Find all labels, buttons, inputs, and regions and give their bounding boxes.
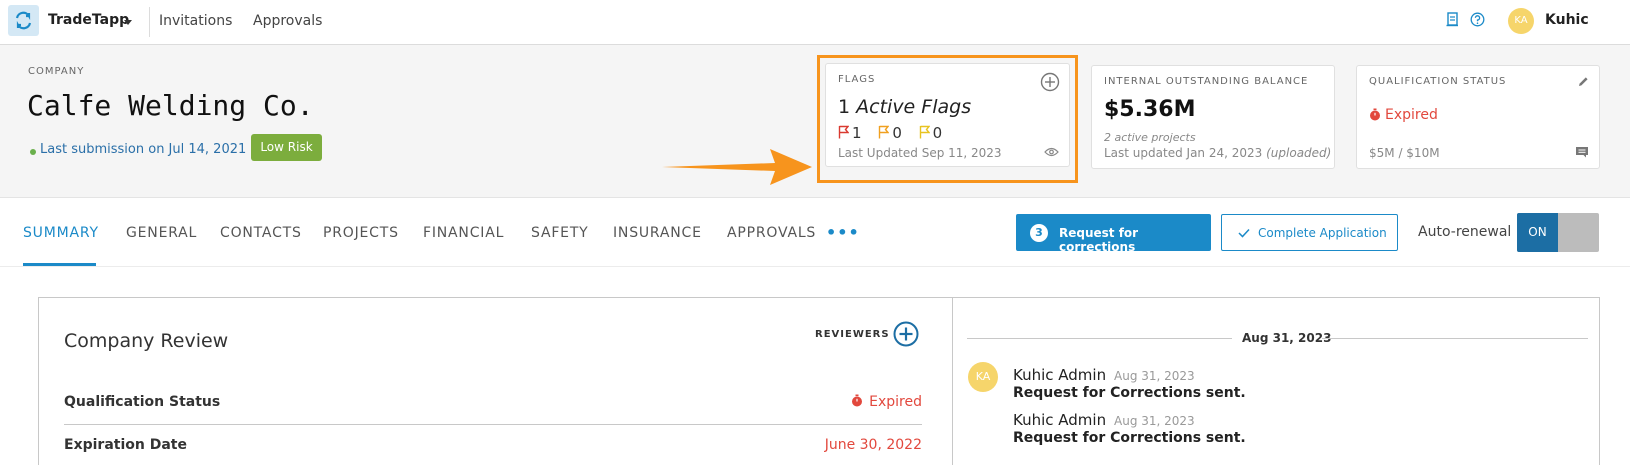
review-panel — [38, 297, 1600, 465]
flags-last-updated: Last Updated Sep 11, 2023 — [838, 146, 1002, 160]
more-tabs-icon[interactable]: ••• — [826, 223, 860, 242]
balance-label: INTERNAL OUTSTANDING BALANCE — [1104, 76, 1309, 87]
company-review-title: Company Review — [64, 330, 229, 352]
toggle-on-label: ON — [1517, 213, 1558, 252]
auto-renewal-label: Auto-renewal — [1418, 224, 1512, 240]
company-header: COMPANY Calfe Welding Co. Last submissio… — [0, 45, 1630, 198]
nav-invitations[interactable]: Invitations — [159, 13, 232, 29]
app-switcher[interactable]: TradeTapp — [48, 12, 129, 28]
request-corrections-button[interactable]: 3 Request for corrections — [1016, 214, 1211, 254]
activity-date-header: Aug 31, 2023 — [1242, 331, 1332, 345]
qualification-status-value: Expired — [851, 394, 922, 410]
user-menu[interactable]: Kuhic — [1545, 12, 1589, 28]
row-divider — [64, 424, 922, 425]
auto-renewal-toggle[interactable]: ON — [1517, 213, 1599, 252]
qualification-limits: $5M / $10M — [1369, 146, 1440, 160]
flags-label: FLAGS — [838, 74, 876, 85]
divider — [149, 7, 150, 37]
pencil-icon[interactable] — [1578, 76, 1589, 87]
top-bar: TradeTapp Invitations Approvals KA Kuhic — [0, 0, 1630, 45]
activity-message: Request for Corrections sent. — [1013, 385, 1246, 401]
risk-badge: Low Risk — [251, 134, 322, 161]
orange-flag-count: 0 — [878, 124, 902, 142]
nav-approvals[interactable]: Approvals — [253, 13, 322, 29]
check-icon — [1238, 228, 1250, 238]
active-flags-title: 1 Active Flags — [838, 96, 971, 118]
tab-approvals[interactable]: APPROVALS — [727, 225, 816, 241]
flag-counts: 1 0 0 — [838, 124, 954, 142]
expiration-date-label: Expiration Date — [64, 437, 187, 453]
orange-flag-icon — [879, 125, 890, 139]
qualification-label: QUALIFICATION STATUS — [1369, 76, 1507, 87]
active-flags-count: 1 — [838, 96, 851, 118]
tabs-divider — [0, 266, 1630, 267]
status-dot-icon — [30, 149, 36, 155]
activity-date: Aug 31, 2023 — [1114, 414, 1195, 428]
reviewers-label: REVIEWERS — [815, 329, 890, 340]
activity-author: Kuhic Admin — [1013, 366, 1107, 384]
last-submission-link[interactable]: Last submission on Jul 14, 2021 — [40, 142, 246, 157]
flags-card[interactable]: FLAGS 1 Active Flags 1 0 0 Last Updated … — [825, 63, 1070, 167]
corrections-count-badge: 3 — [1030, 224, 1048, 242]
panel-divider — [952, 297, 953, 465]
activity-message: Request for Corrections sent. — [1013, 430, 1246, 446]
balance-amount: $5.36M — [1104, 97, 1196, 122]
document-icon[interactable] — [1446, 12, 1459, 31]
annotation-arrow-icon — [662, 149, 812, 185]
qualification-status: Expired — [1385, 107, 1438, 123]
tab-financial[interactable]: FINANCIAL — [423, 225, 504, 241]
tab-summary[interactable]: SUMMARY — [23, 225, 99, 241]
complete-application-label: Complete Application — [1258, 226, 1387, 240]
avatar: KA — [968, 362, 998, 392]
date-divider-right — [1322, 338, 1588, 339]
tab-insurance[interactable]: INSURANCE — [613, 225, 702, 241]
qualification-status-label: Qualification Status — [64, 394, 221, 410]
date-divider-left — [967, 338, 1232, 339]
tab-general[interactable]: GENERAL — [126, 225, 197, 241]
activity-author: Kuhic Admin — [1013, 411, 1107, 429]
balance-last-updated: Last updated Jan 24, 2023 (uploaded) — [1104, 146, 1332, 160]
red-flag-icon — [838, 125, 850, 139]
avatar[interactable]: KA — [1508, 8, 1534, 34]
comment-icon[interactable] — [1575, 146, 1589, 158]
activity-date: Aug 31, 2023 — [1114, 369, 1195, 383]
stopwatch-icon — [1370, 108, 1380, 121]
eye-icon[interactable] — [1044, 147, 1059, 157]
active-projects: 2 active projects — [1104, 131, 1196, 144]
add-flag-icon[interactable] — [1040, 72, 1060, 92]
yellow-flag-count: 0 — [919, 124, 942, 142]
tab-safety[interactable]: SAFETY — [531, 225, 589, 241]
qualification-card: QUALIFICATION STATUS Expired $5M / $10M — [1356, 65, 1600, 169]
tradetapp-logo-icon[interactable] — [8, 5, 39, 36]
balance-card: INTERNAL OUTSTANDING BALANCE $5.36M 2 ac… — [1091, 65, 1335, 169]
company-label: COMPANY — [28, 66, 85, 77]
yellow-flag-icon — [919, 125, 931, 139]
tab-projects[interactable]: PROJECTS — [323, 225, 399, 241]
company-name: Calfe Welding Co. — [27, 89, 314, 122]
red-flag-count: 1 — [838, 124, 862, 142]
add-reviewer-icon[interactable] — [893, 321, 919, 347]
active-flags-text: Active Flags — [856, 96, 972, 118]
chevron-down-icon[interactable] — [124, 20, 132, 25]
request-corrections-label: Request for corrections — [1059, 226, 1139, 254]
tab-contacts[interactable]: CONTACTS — [220, 225, 302, 241]
complete-application-button[interactable]: Complete Application — [1221, 214, 1398, 251]
expiration-date-value: June 30, 2022 — [824, 437, 922, 453]
stopwatch-icon — [852, 394, 863, 407]
help-icon[interactable] — [1470, 12, 1485, 31]
